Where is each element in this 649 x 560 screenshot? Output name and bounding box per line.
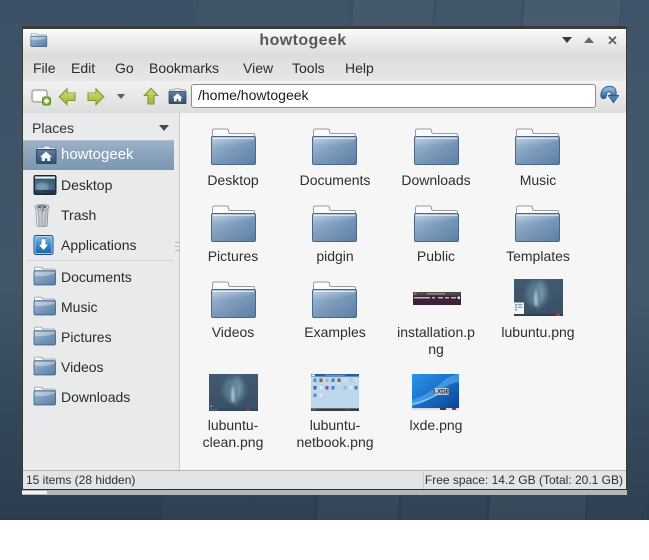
svg-text:LXDE: LXDE (433, 390, 449, 396)
